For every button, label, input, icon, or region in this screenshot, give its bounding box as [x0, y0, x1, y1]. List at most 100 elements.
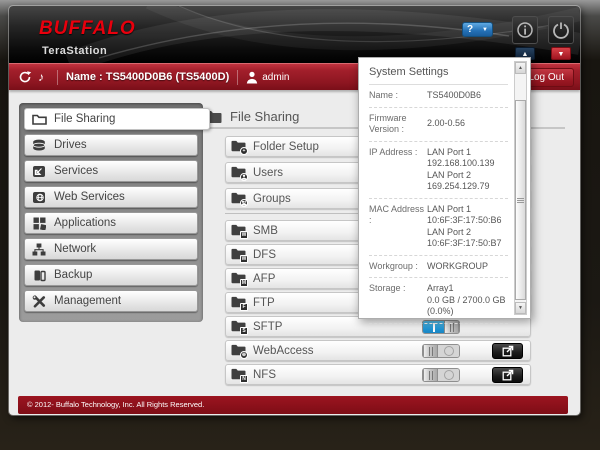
sidebar-item-label: File Sharing — [54, 113, 115, 125]
ip-line: 169.254.129.79 — [427, 181, 495, 193]
user-badge — [240, 173, 248, 181]
folder-group-icon — [231, 192, 247, 205]
mac-line: LAN Port 1 — [427, 204, 502, 216]
mac-line: 10:6F:3F:17:50:B7 — [427, 238, 502, 250]
popup-scrollbar[interactable]: ▲ ▼ — [514, 61, 527, 315]
copyright-bar: © 2012- Buffalo Technology, Inc. All Rig… — [18, 396, 568, 414]
page-title-label: File Sharing — [230, 109, 299, 124]
popup-row-storage: Storage : Array1 0.0 GB / 2700.0 GB (0.0… — [369, 278, 508, 324]
popup-row-workgroup: Workgroup : WORKGROUP — [369, 256, 508, 279]
sidebar-item-label: Network — [54, 243, 96, 255]
divider — [237, 70, 238, 85]
firmware-value: 2.00-0.56 — [427, 118, 465, 130]
folder-ftp-icon: F — [231, 296, 247, 309]
popup-title: System Settings — [369, 66, 508, 78]
ip-line: LAN Port 2 — [427, 170, 495, 182]
globe-badge: ⊕ — [240, 351, 248, 359]
divider — [57, 70, 58, 85]
service-label: SFTP — [253, 321, 282, 333]
sidebar-item-drives[interactable]: Drives — [24, 134, 198, 156]
sidebar-item-label: Backup — [54, 269, 92, 281]
sidebar: File Sharing Drives Services Web Service… — [19, 103, 203, 322]
power-button[interactable] — [548, 16, 574, 44]
beep-button[interactable]: ♪ — [33, 70, 49, 84]
folder-nfs-icon: N — [231, 368, 247, 381]
music-note-icon: ♪ — [38, 70, 44, 84]
drive-icon — [31, 138, 47, 152]
sidebar-item-network[interactable]: Network — [24, 238, 198, 260]
toggle-handle — [423, 369, 438, 381]
button-label: Groups — [253, 193, 291, 205]
nfs-open-window-button[interactable] — [492, 367, 523, 383]
workgroup-value: WORKGROUP — [427, 261, 488, 273]
folder-icon — [31, 112, 47, 126]
device-name-value: TS5400D0B6 — [427, 90, 481, 102]
webaccess-open-window-button[interactable] — [492, 343, 523, 359]
service-label: AFP — [253, 273, 275, 285]
sidebar-item-services[interactable]: Services — [24, 160, 198, 182]
sidebar-item-management[interactable]: Management — [24, 290, 198, 312]
triangle-down-icon: ▼ — [558, 51, 565, 58]
sidebar-item-applications[interactable]: Applications — [24, 212, 198, 234]
sidebar-item-label: Web Services — [54, 191, 125, 203]
folder-dfs-icon: W — [231, 248, 247, 261]
external-link-icon — [502, 369, 514, 381]
help-dropdown-button[interactable]: ? ▼ — [462, 22, 493, 37]
group-badge — [240, 199, 248, 207]
mac-line: LAN Port 2 — [427, 227, 502, 239]
scrollbar-thumb[interactable] — [515, 100, 526, 300]
sidebar-item-file-sharing[interactable]: File Sharing — [24, 108, 210, 130]
external-link-icon — [502, 345, 514, 357]
system-settings-popup: System Settings Name : TS5400D0B6 Firmwa… — [358, 57, 531, 319]
webaccess-toggle[interactable] — [422, 344, 460, 358]
nfs-toggle[interactable] — [422, 368, 460, 382]
folder-smb-icon: W — [231, 224, 247, 237]
tools-icon — [31, 294, 47, 308]
refresh-icon — [18, 70, 32, 84]
nfs-row[interactable]: N NFS — [225, 364, 531, 385]
device-name-label: Name : TS5400D0B6 (TS5400D) — [66, 71, 229, 83]
service-label: WebAccess — [253, 345, 314, 357]
help-label: ? — [467, 24, 473, 35]
storage-line: (0.0%) — [427, 306, 506, 318]
sftp-badge: S — [240, 327, 248, 335]
service-label: FTP — [253, 297, 275, 309]
page-title: File Sharing — [205, 109, 299, 124]
mac-line: 10:6F:3F:17:50:B6 — [427, 215, 502, 227]
popup-row-name: Name : TS5400D0B6 — [369, 85, 508, 108]
network-icon — [31, 242, 47, 256]
sidebar-item-backup[interactable]: Backup — [24, 264, 198, 286]
product-name: TeraStation — [42, 45, 136, 57]
scroll-up-arrow[interactable]: ▲ — [515, 62, 526, 74]
storage-line: Array1 — [427, 283, 506, 295]
nfs-badge: N — [240, 375, 248, 383]
info-button[interactable] — [512, 16, 538, 44]
sidebar-item-web-services[interactable]: Web Services — [24, 186, 198, 208]
service-label: SMB — [253, 225, 278, 237]
info-icon — [516, 21, 534, 39]
backup-icon — [31, 268, 47, 282]
refresh-button[interactable] — [17, 70, 33, 84]
popup-row-mac: MAC Address : LAN Port 1 10:6F:3F:17:50:… — [369, 199, 508, 256]
button-label: Users — [253, 167, 283, 179]
buffalo-logo-text: BUFFALO — [39, 18, 136, 40]
ip-line: LAN Port 1 — [427, 147, 495, 159]
folder-user-icon — [231, 166, 247, 179]
popup-row-firmware: Firmware Version : 2.00-0.56 — [369, 108, 508, 142]
scroll-down-arrow[interactable]: ▼ — [515, 302, 526, 314]
folder-sftp-icon: S — [231, 320, 247, 333]
toggle-off-zone — [438, 345, 459, 357]
header-banner: BUFFALO TeraStation ? ▼ ▲ ▼ — [9, 6, 580, 63]
folder-add-icon: + — [231, 140, 247, 153]
ip-line: 192.168.100.139 — [427, 158, 495, 170]
plus-badge: + — [240, 147, 248, 155]
sidebar-item-label: Services — [54, 165, 98, 177]
sidebar-item-label: Applications — [54, 217, 116, 229]
sidebar-item-label: Management — [54, 295, 121, 307]
power-expand-button[interactable]: ▼ — [551, 47, 571, 60]
sidebar-item-label: Drives — [54, 139, 87, 151]
user-icon — [246, 71, 258, 84]
toggle-off-zone — [438, 369, 459, 381]
webaccess-row[interactable]: ⊕ WebAccess — [225, 340, 531, 361]
power-icon — [552, 21, 570, 39]
